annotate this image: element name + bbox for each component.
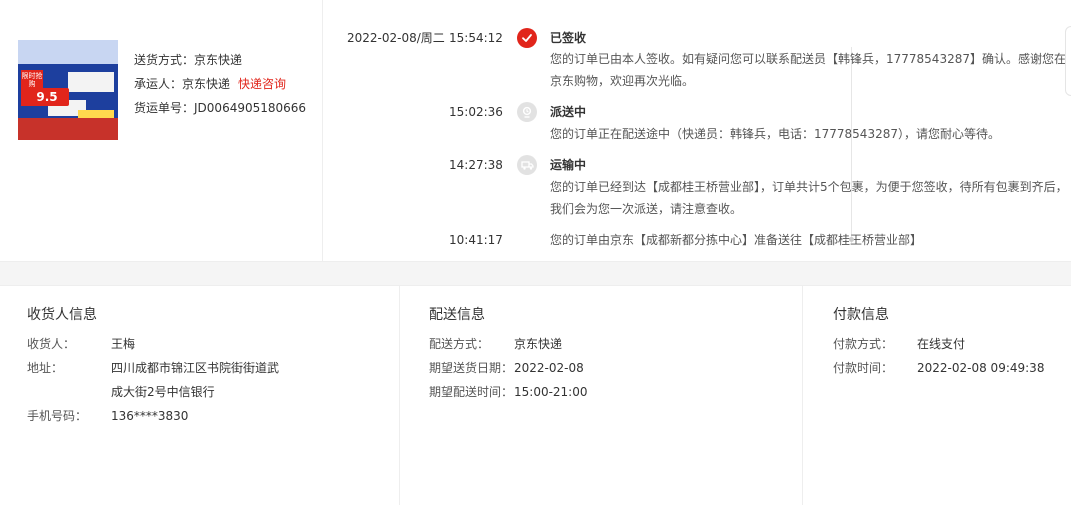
side-feedback-tab[interactable] [1065,26,1071,96]
thumbnail-footer [18,118,118,140]
receiver-info-section: 收货人信息 收货人： 王梅 地址： 四川成都市锦江区书院街街道武 成大街2号中信… [0,286,400,505]
payment-time-row: 付款时间： 2022-02-08 09:49:38 [833,356,1044,380]
tissue-pack [68,72,114,92]
receiver-phone-label: 手机号码： [27,409,88,423]
shipment-info: 送货方式：京东快递 承运人：京东快递 快递咨询 货运单号：JD0064905180… [134,48,306,120]
receiver-info-title: 收货人信息 [27,307,97,323]
carrier-label: 承运人： [134,77,183,91]
product-thumbnail[interactable]: 限时抢购 9.5 [18,40,118,140]
tracking-number-row: 货运单号：JD0064905180666 [134,96,306,120]
timeline-time: 14:27:38 [449,158,503,172]
timeline-description: 您的订单由京东【成都新都分拣中心】准备送往【成都桂王桥营业部】 [550,233,923,247]
tracking-number-label: 货运单号： [134,101,195,115]
delivery-method-row: 配送方式： 京东快递 [429,332,588,356]
receiver-address-label: 地址： [27,361,64,375]
receiver-name-label: 收货人： [27,337,76,351]
payment-time-label: 付款时间： [833,361,894,375]
receiver-address-line1: 四川成都市锦江区书院街街道武 [111,361,280,375]
payment-info-rows: 付款方式： 在线支付 付款时间： 2022-02-08 09:49:38 [833,332,1044,380]
receiver-address-line2: 成大街2号中信银行 [111,385,215,399]
receiver-name-value: 王梅 [111,337,136,351]
payment-method-label: 付款方式： [833,337,894,351]
timeline-description: 您的订单已经到达【成都桂王桥营业部】，订单共计5个包裹，为便于您签收，待所有包裹… [550,180,1068,216]
delivery-date-value: 2022-02-08 [514,361,584,375]
timeline-time: 15:02:36 [449,105,503,119]
shipment-summary: 限时抢购 9.5 送货方式：京东快递 承运人：京东快递 快递咨询 货运单号：JD0… [0,0,323,262]
payment-time-value: 2022-02-08 09:49:38 [917,361,1045,375]
delivery-info-section: 配送信息 配送方式： 京东快递 期望送货日期： 2022-02-08 期望配送时… [400,286,803,505]
receiver-address-row: 地址： 四川成都市锦江区书院街街道武 [27,356,279,380]
order-info-panel: 收货人信息 收货人： 王梅 地址： 四川成都市锦江区书院街街道武 成大街2号中信… [0,285,1071,505]
receiver-phone-row: 手机号码： 136****3830 [27,404,279,428]
receiver-phone-value: 136****3830 [111,409,189,423]
delivery-time-value: 15:00-21:00 [514,385,588,399]
timeline-description: 您的订单正在配送途中（快递员：韩锋兵，电话：17778543287），请您耐心等… [550,127,1000,141]
courier-consult-link[interactable]: 快递咨询 [238,77,286,91]
timeline-time: 10:41:17 [449,233,503,247]
carrier-value: 京东快递 [182,77,231,91]
payment-info-section: 付款信息 付款方式： 在线支付 付款时间： 2022-02-08 09:49:3… [803,286,1071,505]
shipping-method-value: 京东快递 [194,53,243,67]
delivery-info-rows: 配送方式： 京东快递 期望送货日期： 2022-02-08 期望配送时间： 15… [429,332,588,404]
timeline-dot [849,237,854,242]
shipping-method-row: 送货方式：京东快递 [134,48,306,72]
courier-icon [517,102,537,122]
delivery-date-row: 期望送货日期： 2022-02-08 [429,356,588,380]
payment-method-value: 在线支付 [917,337,966,351]
carrier-row: 承运人：京东快递 快递咨询 [134,72,306,96]
timeline-date: 2022-02-08/周二 [347,31,445,45]
logistics-panel: 限时抢购 9.5 送货方式：京东快递 承运人：京东快递 快递咨询 货运单号：JD0… [0,0,1071,262]
timeline-status: 已签收 [550,31,587,45]
delivery-date-label: 期望送货日期： [429,361,514,375]
shipping-method-label: 送货方式： [134,53,195,67]
receiver-address-row-2: 成大街2号中信银行 [27,380,279,404]
price-tag: 9.5 [25,88,69,106]
delivery-method-value: 京东快递 [514,337,563,351]
timeline-time: 15:54:12 [449,31,503,45]
thumbnail-top-band [18,40,118,64]
tracking-number-value: JD0064905180666 [194,101,307,115]
payment-info-title: 付款信息 [833,307,889,323]
delivery-info-title: 配送信息 [429,307,485,323]
timeline-status: 运输中 [550,158,587,172]
truck-icon [517,155,537,175]
timeline-status: 派送中 [550,105,587,119]
receiver-info-rows: 收货人： 王梅 地址： 四川成都市锦江区书院街街道武 成大街2号中信银行 手机号… [27,332,279,428]
receiver-name-row: 收货人： 王梅 [27,332,279,356]
delivery-time-row: 期望配送时间： 15:00-21:00 [429,380,588,404]
delivery-time-label: 期望配送时间： [429,385,514,399]
tracking-timeline: 2022-02-08/周二 15:54:12 已签收 您的订单已由本人签收。如有… [324,0,1071,262]
timeline-description: 您的订单已由本人签收。如有疑问您可以联系配送员【韩锋兵，17778543287】… [550,52,1066,88]
delivery-method-label: 配送方式： [429,337,490,351]
check-icon [517,28,537,48]
payment-method-row: 付款方式： 在线支付 [833,332,1044,356]
